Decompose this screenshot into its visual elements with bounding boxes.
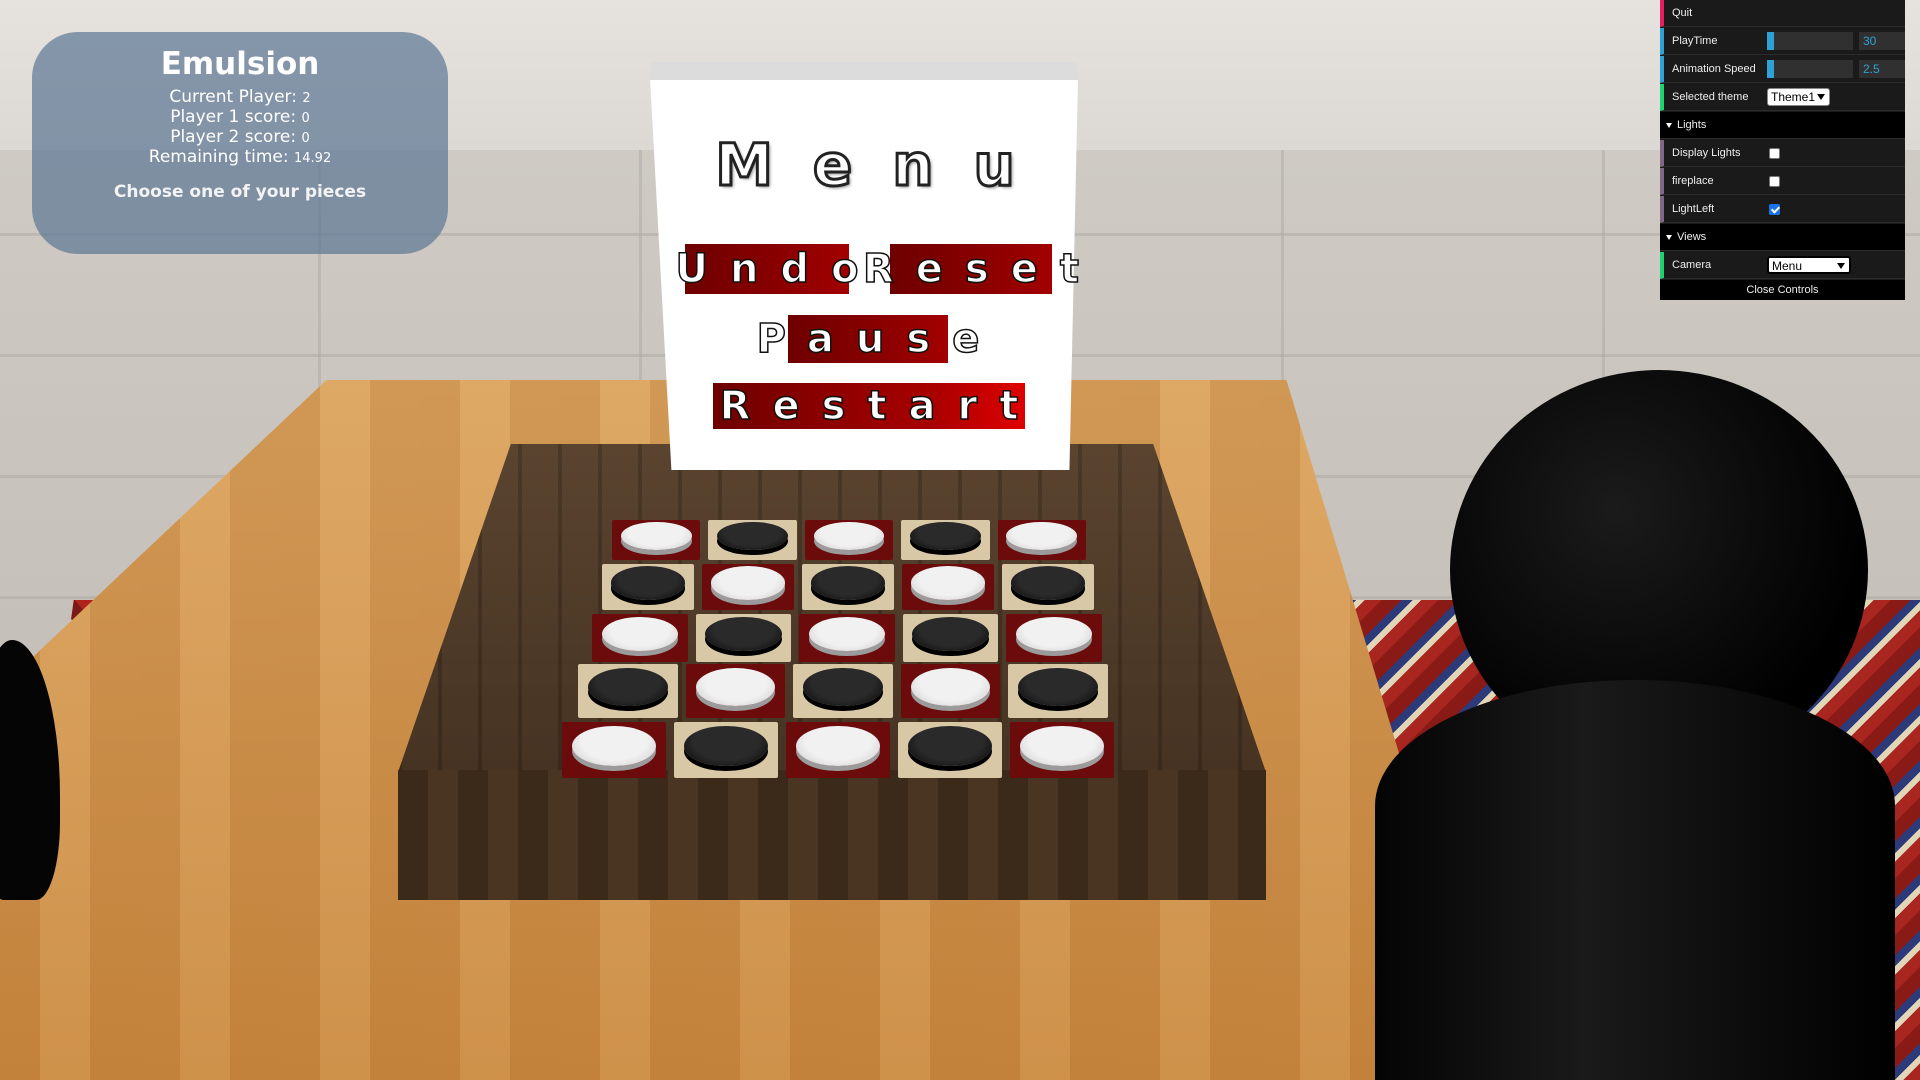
- lightleft-checkbox[interactable]: [1769, 203, 1780, 215]
- playtime-row: PlayTime 30: [1660, 28, 1905, 55]
- black-piece[interactable]: [705, 616, 782, 652]
- lights-folder-toggle[interactable]: Lights: [1660, 112, 1905, 139]
- black-piece[interactable]: [611, 566, 685, 600]
- theme-row: Selected theme Theme1: [1660, 84, 1905, 111]
- black-piece[interactable]: [811, 566, 885, 600]
- black-piece[interactable]: [908, 725, 992, 767]
- animation-speed-input[interactable]: 2.5: [1858, 60, 1905, 78]
- white-piece[interactable]: [808, 616, 886, 652]
- playtime-slider-fill: [1767, 32, 1774, 50]
- current-player-value: 2: [302, 91, 311, 106]
- black-piece[interactable]: [587, 667, 668, 707]
- playtime-input[interactable]: 30: [1858, 32, 1905, 50]
- theme-select[interactable]: Theme1: [1767, 88, 1831, 106]
- white-piece[interactable]: [711, 566, 785, 600]
- fireplace-checkbox[interactable]: [1769, 175, 1780, 187]
- quit-button[interactable]: Quit: [1660, 0, 1905, 27]
- player1-score-label: Player 1 score:: [170, 107, 297, 127]
- white-piece[interactable]: [620, 521, 692, 551]
- fireplace-row: fireplace: [1660, 168, 1905, 195]
- black-piece[interactable]: [684, 725, 768, 767]
- menu-title: Menu: [714, 130, 1055, 201]
- lightleft-label: LightLeft: [1672, 203, 1715, 215]
- lights-folder-label: Lights: [1677, 119, 1707, 131]
- display-lights-label: Display Lights: [1672, 147, 1741, 159]
- display-lights-checkbox[interactable]: [1769, 147, 1780, 159]
- remaining-time-label: Remaining time:: [148, 147, 289, 167]
- controls-panel: Quit PlayTime 30 Animation Speed 2.5 Sel…: [1660, 0, 1905, 300]
- animation-speed-slider-fill: [1767, 60, 1774, 78]
- camera-select[interactable]: Menu: [1767, 256, 1851, 274]
- white-piece[interactable]: [1020, 725, 1104, 767]
- display-lights-row: Display Lights: [1660, 140, 1905, 167]
- animation-speed-slider[interactable]: [1767, 60, 1853, 78]
- hud-instruction: Choose one of your pieces: [113, 182, 367, 202]
- views-folder-label: Views: [1677, 231, 1707, 243]
- player1-score-value: 0: [301, 111, 310, 126]
- animation-speed-row: Animation Speed 2.5: [1660, 56, 1905, 83]
- remaining-time-line: Remaining time: 14.92: [32, 148, 448, 168]
- playtime-slider[interactable]: [1767, 32, 1853, 50]
- player2-score-label: Player 2 score:: [170, 127, 297, 147]
- remaining-time-value: 14.92: [294, 151, 332, 166]
- close-controls-label: Close Controls: [1746, 284, 1819, 296]
- game-title: Emulsion: [160, 46, 320, 82]
- white-piece[interactable]: [796, 725, 880, 767]
- white-piece[interactable]: [911, 566, 985, 600]
- pause-button[interactable]: Pause: [756, 312, 980, 366]
- camera-label: Camera: [1672, 259, 1712, 271]
- player1-score-line: Player 1 score: 0: [32, 108, 448, 128]
- current-player-label: Current Player:: [169, 87, 297, 107]
- theme-label: Selected theme: [1672, 91, 1749, 103]
- playtime-label: PlayTime: [1672, 35, 1718, 47]
- player2-score-line: Player 2 score: 0: [32, 128, 448, 148]
- player2-score-value: 0: [301, 131, 310, 146]
- camera-row: Camera Menu: [1660, 252, 1905, 279]
- animation-speed-label: Animation Speed: [1672, 63, 1756, 75]
- close-controls-button[interactable]: Close Controls: [1660, 280, 1905, 300]
- undo-button[interactable]: Undo: [675, 241, 859, 297]
- black-piece[interactable]: [717, 521, 788, 551]
- game-hud: Emulsion Current Player: 2 Player 1 scor…: [32, 32, 448, 254]
- caret-down-icon: [1666, 122, 1672, 128]
- restart-button[interactable]: Restart: [710, 380, 1028, 432]
- black-piece[interactable]: [910, 521, 981, 551]
- black-piece[interactable]: [803, 667, 883, 707]
- white-piece[interactable]: [601, 616, 679, 652]
- current-player-line: Current Player: 2: [32, 88, 448, 108]
- reset-button[interactable]: Reset: [862, 241, 1080, 297]
- white-piece[interactable]: [572, 725, 656, 767]
- black-piece[interactable]: [1018, 667, 1099, 707]
- lightleft-row: LightLeft: [1660, 196, 1905, 223]
- caret-down-icon: [1666, 234, 1672, 240]
- views-folder-toggle[interactable]: Views: [1660, 224, 1905, 251]
- player-piece-body: [1375, 680, 1895, 1080]
- black-piece[interactable]: [912, 616, 989, 652]
- quit-label: Quit: [1672, 7, 1693, 19]
- fireplace-label: fireplace: [1672, 175, 1714, 187]
- white-piece[interactable]: [695, 667, 776, 707]
- black-piece[interactable]: [1011, 566, 1085, 600]
